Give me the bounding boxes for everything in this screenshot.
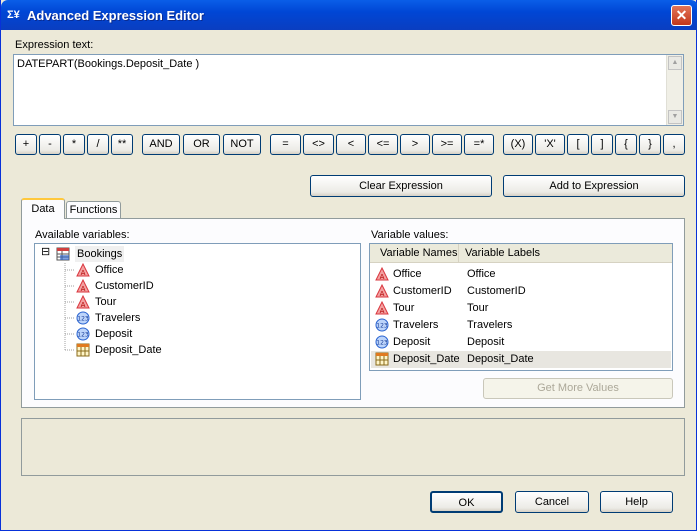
op-greater-equal-button[interactable]: >= bbox=[432, 134, 462, 155]
expression-label: Expression text: bbox=[15, 39, 94, 51]
op-less-equal-button[interactable]: <= bbox=[368, 134, 398, 155]
scroll-down-icon[interactable]: ▼ bbox=[668, 110, 682, 124]
collapse-toggle-icon[interactable]: ⊟ bbox=[41, 247, 50, 258]
numeric-variable-icon: 123 bbox=[375, 335, 389, 349]
column-header-labels[interactable]: Variable Labels bbox=[459, 244, 671, 262]
character-variable-icon: A bbox=[76, 263, 90, 277]
op-greater-than-button[interactable]: > bbox=[400, 134, 430, 155]
variable-label: Deposit bbox=[467, 336, 505, 348]
list-item[interactable]: 123 Deposit Deposit bbox=[371, 334, 671, 351]
svg-text:123: 123 bbox=[376, 323, 388, 330]
op-string-literal-button[interactable]: 'X' bbox=[535, 134, 565, 155]
help-button[interactable]: Help bbox=[600, 491, 673, 513]
scroll-up-icon[interactable]: ▲ bbox=[668, 56, 682, 70]
list-item[interactable]: A Office Office bbox=[371, 266, 671, 283]
character-variable-icon: A bbox=[76, 295, 90, 309]
expression-scrollbar[interactable]: ▲ ▼ bbox=[666, 55, 683, 125]
op-comma-button[interactable]: , bbox=[663, 134, 685, 155]
op-divide-button[interactable]: / bbox=[87, 134, 109, 155]
op-and-button[interactable]: AND bbox=[142, 134, 180, 155]
variable-label: Tour bbox=[467, 302, 489, 314]
op-not-button[interactable]: NOT bbox=[223, 134, 261, 155]
date-variable-icon bbox=[76, 343, 90, 357]
variable-values-list[interactable]: Variable Names Variable Labels A Office … bbox=[369, 243, 673, 371]
list-item[interactable]: A CustomerID CustomerID bbox=[371, 283, 671, 300]
numeric-variable-icon: 123 bbox=[76, 327, 90, 341]
tree-root-label: Bookings bbox=[75, 246, 125, 262]
op-sounds-like-button[interactable]: =* bbox=[464, 134, 494, 155]
app-icon: Σ¥ bbox=[7, 9, 20, 21]
tree-item-label: Tour bbox=[95, 296, 117, 308]
title-bar[interactable]: Σ¥ Advanced Expression Editor ✕ bbox=[1, 0, 697, 30]
tree-item-label: Deposit_Date bbox=[95, 344, 162, 356]
variable-name: Travelers bbox=[393, 319, 439, 331]
op-or-button[interactable]: OR bbox=[183, 134, 220, 155]
variable-name: CustomerID bbox=[393, 285, 452, 297]
table-icon bbox=[56, 247, 70, 261]
column-header-names[interactable]: Variable Names bbox=[370, 244, 459, 262]
svg-text:A: A bbox=[380, 290, 385, 298]
character-variable-icon: A bbox=[375, 267, 389, 281]
clear-expression-button[interactable]: Clear Expression bbox=[310, 175, 492, 197]
close-button[interactable]: ✕ bbox=[671, 5, 692, 26]
op-power-button[interactable]: ** bbox=[111, 134, 133, 155]
op-plus-button[interactable]: + bbox=[15, 134, 37, 155]
tree-item-label: Deposit bbox=[95, 328, 133, 340]
tab-data[interactable]: Data bbox=[21, 198, 65, 219]
svg-text:A: A bbox=[81, 301, 86, 309]
svg-text:A: A bbox=[81, 269, 86, 277]
variable-name: Deposit_Date bbox=[393, 353, 460, 365]
list-item-selected[interactable]: Deposit_Date Deposit_Date bbox=[371, 351, 671, 368]
tree-item-label: Office bbox=[95, 264, 124, 276]
window-title: Advanced Expression Editor bbox=[27, 8, 204, 23]
variable-label: Deposit_Date bbox=[467, 353, 534, 365]
tab-functions[interactable]: Functions bbox=[66, 201, 121, 218]
svg-text:123: 123 bbox=[77, 316, 89, 323]
svg-text:A: A bbox=[81, 285, 86, 293]
list-item[interactable]: A Tour Tour bbox=[371, 300, 671, 317]
variable-label: Travelers bbox=[467, 319, 513, 331]
variable-name: Deposit bbox=[393, 336, 431, 348]
svg-text:A: A bbox=[380, 273, 385, 281]
variable-label: CustomerID bbox=[467, 285, 526, 297]
svg-text:123: 123 bbox=[376, 340, 388, 347]
description-area bbox=[21, 418, 685, 476]
list-item[interactable]: 123 Travelers Travelers bbox=[371, 317, 671, 334]
get-more-values-button[interactable]: Get More Values bbox=[483, 378, 673, 399]
op-open-bracket-button[interactable]: [ bbox=[567, 134, 589, 155]
op-close-brace-button[interactable]: } bbox=[639, 134, 661, 155]
ok-button[interactable]: OK bbox=[430, 491, 503, 513]
date-variable-icon bbox=[375, 352, 389, 366]
variable-name: Office bbox=[393, 268, 422, 280]
available-variables-label: Available variables: bbox=[35, 229, 130, 241]
list-header: Variable Names Variable Labels bbox=[370, 244, 672, 263]
expression-editor-dialog: Σ¥ Advanced Expression Editor ✕ Expressi… bbox=[0, 0, 697, 531]
character-variable-icon: A bbox=[375, 284, 389, 298]
svg-text:123: 123 bbox=[77, 332, 89, 339]
op-numeric-literal-button[interactable]: (X) bbox=[503, 134, 533, 155]
add-to-expression-button[interactable]: Add to Expression bbox=[503, 175, 685, 197]
expression-textarea[interactable]: DATEPART(Bookings.Deposit_Date ) ▲ ▼ bbox=[13, 54, 684, 126]
cancel-button[interactable]: Cancel bbox=[515, 491, 589, 513]
variables-tree[interactable]: ⊟ Bookings A Office A CustomerID A Tour … bbox=[34, 243, 361, 400]
op-equals-button[interactable]: = bbox=[270, 134, 301, 155]
character-variable-icon: A bbox=[76, 279, 90, 293]
op-not-equal-button[interactable]: <> bbox=[303, 134, 334, 155]
variable-name: Tour bbox=[393, 302, 415, 314]
op-multiply-button[interactable]: * bbox=[63, 134, 85, 155]
expression-value: DATEPART(Bookings.Deposit_Date ) bbox=[17, 58, 200, 70]
op-minus-button[interactable]: - bbox=[39, 134, 61, 155]
svg-text:A: A bbox=[380, 307, 385, 315]
variable-values-label: Variable values: bbox=[371, 229, 449, 241]
numeric-variable-icon: 123 bbox=[76, 311, 90, 325]
tree-item-label: Travelers bbox=[95, 312, 141, 324]
variable-label: Office bbox=[467, 268, 496, 280]
op-close-bracket-button[interactable]: ] bbox=[591, 134, 613, 155]
tree-item-label: CustomerID bbox=[95, 280, 154, 292]
numeric-variable-icon: 123 bbox=[375, 318, 389, 332]
op-open-brace-button[interactable]: { bbox=[615, 134, 637, 155]
character-variable-icon: A bbox=[375, 301, 389, 315]
op-less-than-button[interactable]: < bbox=[336, 134, 366, 155]
